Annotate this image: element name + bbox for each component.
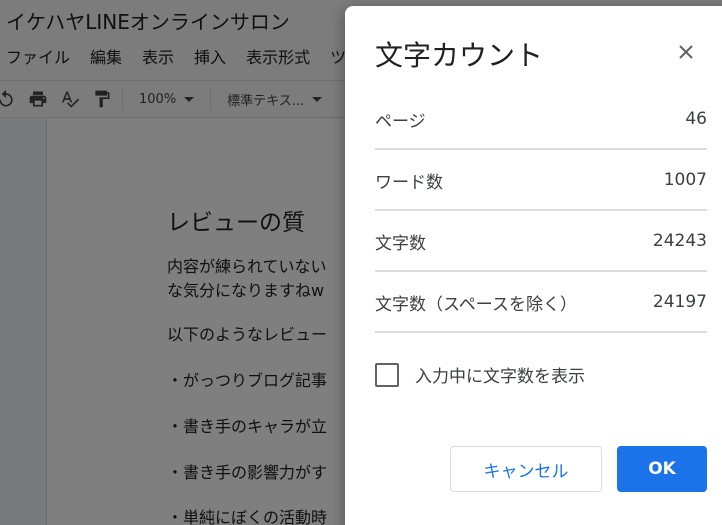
dialog-title: 文字カウント [375, 39, 544, 72]
display-count-checkbox[interactable] [375, 362, 399, 387]
stat-value: 24243 [652, 231, 707, 251]
stat-row-words: ワード数 1007 [375, 151, 707, 211]
stat-value: 46 [685, 109, 707, 129]
stat-label: ワード数 [375, 172, 443, 193]
stat-row-pages: ページ 46 [375, 90, 707, 150]
stat-label: 文字数（スペースを除く） [375, 294, 577, 315]
stat-row-characters-no-spaces: 文字数（スペースを除く） 24197 [375, 273, 707, 333]
stat-value: 1007 [663, 170, 707, 190]
stat-value: 24197 [652, 292, 707, 312]
close-button[interactable] [674, 40, 698, 64]
word-count-dialog: 文字カウント ページ 46 ワード数 1007 文字数 24243 文字数（スペ… [345, 6, 722, 525]
stat-label: ページ [375, 111, 426, 132]
display-count-label[interactable]: 入力中に文字数を表示 [415, 362, 585, 387]
close-icon [679, 45, 693, 59]
stat-label: 文字数 [375, 233, 426, 254]
ok-button[interactable]: OK [617, 446, 707, 492]
display-count-option[interactable]: 入力中に文字数を表示 [375, 362, 585, 387]
cancel-button[interactable]: キャンセル [450, 446, 602, 492]
stat-row-characters: 文字数 24243 [375, 212, 707, 272]
